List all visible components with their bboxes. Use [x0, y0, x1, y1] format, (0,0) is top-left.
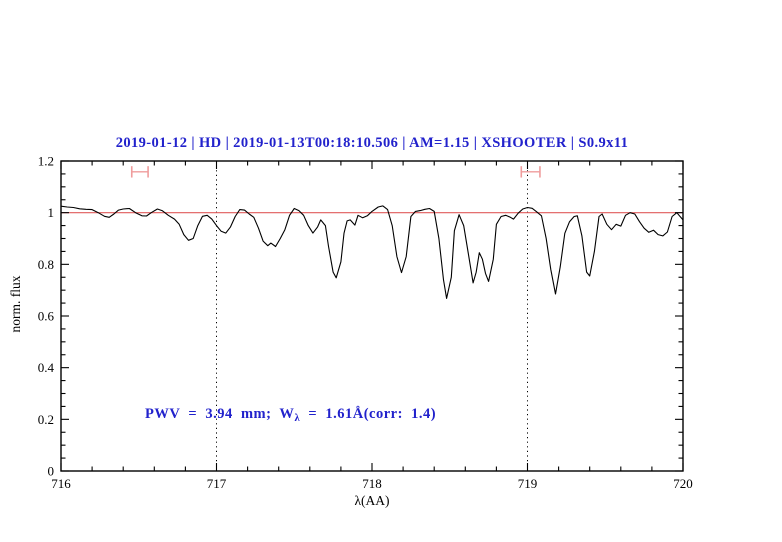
x-tick-label: 720 — [673, 476, 693, 491]
x-tick-label: 719 — [518, 476, 538, 491]
spectrum-line — [60, 205, 684, 299]
y-tick-label: 1 — [48, 205, 55, 220]
x-tick-label: 717 — [207, 476, 227, 491]
pwv-value-text: PWV = 3.94 mm; W — [145, 406, 295, 422]
y-tick-label: 1.2 — [38, 154, 54, 169]
y-tick-label: 0.4 — [38, 360, 55, 375]
x-axis-label: λ(AA) — [354, 493, 390, 508]
pwv-annotation: PWV = 3.94 mm; Wλ = 1.61Å(corr: 1.4) — [145, 406, 436, 424]
x-tick-label: 716 — [51, 476, 71, 491]
y-tick-label: 0.2 — [38, 412, 54, 427]
y-tick-label: 0.8 — [38, 257, 54, 272]
x-tick-label: 718 — [362, 476, 382, 491]
plot-frame — [60, 160, 684, 472]
equivalent-width-text: = 1.61Å(corr: 1.4) — [300, 406, 437, 422]
spectrum-figure: 2019-01-12 | HD | 2019-01-13T00:18:10.50… — [0, 0, 782, 542]
y-tick-label: 0 — [48, 464, 55, 479]
plot-canvas: 716 717 718 719 720 0 0.2 0.4 0.6 0.8 1 1.2 — [38, 154, 693, 492]
y-tick-label: 0.6 — [38, 309, 55, 324]
